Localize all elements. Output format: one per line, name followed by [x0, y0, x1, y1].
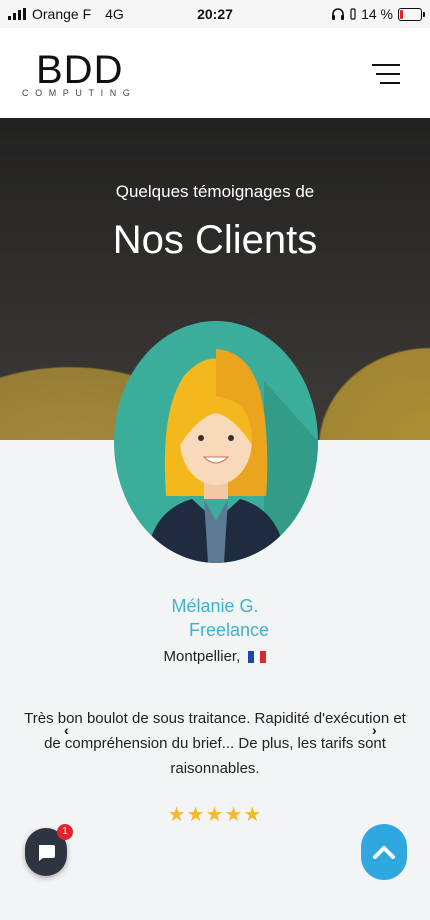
headphones-icon [332, 8, 345, 20]
french-flag-icon [248, 651, 267, 663]
next-arrow-icon[interactable]: › [372, 722, 377, 738]
battery-icon [398, 7, 425, 21]
client-role: Freelance [188, 620, 270, 640]
logo-main[interactable]: BDD [36, 48, 123, 93]
site-header: BDD COMPUTING [0, 28, 430, 118]
orientation-lock-icon [350, 8, 356, 20]
prev-arrow-icon[interactable]: ‹ [64, 722, 69, 738]
client-role-wrap: Freelance [0, 620, 430, 641]
chat-badge: 1 [57, 824, 73, 840]
hero-title: Nos Clients [112, 218, 318, 262]
hamburger-menu-icon[interactable] [372, 64, 400, 86]
client-location-row: Montpellier, [0, 648, 430, 665]
hero-subtitle: Quelques témoignages de [115, 182, 315, 201]
logo-sub: COMPUTING [22, 88, 137, 98]
status-bar: Orange F 4G 20:27 14 % [0, 0, 430, 28]
battery-percent: 14 % [361, 6, 393, 22]
client-name: Mélanie G. [171, 596, 259, 616]
status-right: 14 % [331, 6, 425, 22]
chat-button[interactable]: 1 [25, 824, 73, 876]
client-location: Montpellier, [163, 648, 241, 665]
chevron-up-icon [373, 846, 395, 859]
scroll-top-button[interactable] [361, 824, 407, 880]
battery-level [400, 9, 403, 19]
client-avatar [114, 321, 318, 563]
testimonial-quote: Très bon boulot de sous traitance. Rapid… [24, 710, 406, 777]
